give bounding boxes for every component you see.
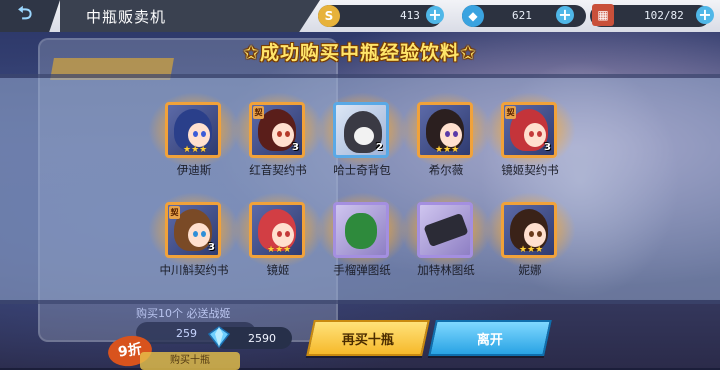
reward-label: 镜姬契约书 [501, 163, 559, 177]
leave-button[interactable]: 离开 [428, 320, 552, 356]
contract-badge-icon: 契 [253, 106, 264, 119]
reward-frame: 2 [333, 102, 389, 158]
face [272, 123, 294, 147]
star-rating: ★★★ [519, 245, 544, 255]
face [188, 223, 210, 247]
item-count: 2 [376, 142, 383, 153]
face [524, 223, 546, 247]
eye [193, 131, 198, 137]
page-title: 中瓶贩卖机 [86, 8, 167, 26]
gold-value: 413 [400, 9, 420, 22]
eye [201, 131, 206, 137]
reward-frame: 契 3 [165, 202, 221, 258]
buy-ten-background-button: 购买十瓶 [140, 352, 240, 370]
reward-frame: ★★★ [417, 102, 473, 158]
item-count: 3 [208, 242, 215, 253]
buy-again-label: 再买十瓶 [341, 332, 394, 348]
stamina-box-icon: ▦ [592, 4, 614, 26]
diamond-balance: 2590 [248, 332, 276, 345]
eye [193, 231, 198, 237]
purchase-success-title: ✩成功购买中瓶经验饮料✩ [200, 38, 520, 65]
leave-label: 离开 [476, 332, 503, 348]
reward-item[interactable]: 契 3 镜姬契约书 [484, 92, 576, 192]
buy-again-button[interactable]: 再买十瓶 [306, 320, 430, 356]
reward-item[interactable]: ★★★ 妮娜 [484, 192, 576, 292]
star-right-icon: ✩ [460, 42, 477, 64]
grenade-blueprint-icon [345, 213, 377, 249]
eye [537, 231, 542, 237]
eye [537, 131, 542, 137]
face [272, 223, 294, 247]
diamond-icon: ◆ [462, 5, 484, 27]
star-rating: ★★★ [267, 245, 292, 255]
reward-item[interactable]: 契 3 红音契约书 [232, 92, 324, 192]
gold-coin-icon: S [318, 5, 340, 27]
eye [445, 131, 450, 137]
eye [201, 231, 206, 237]
diamond-icon [207, 326, 231, 349]
stamina-value: 102/82 [644, 9, 684, 22]
promo-text: 购买10个 必送战姬 [136, 307, 231, 320]
reward-item[interactable]: 契 3 中川斛契约书 [148, 192, 240, 292]
eye [277, 231, 282, 237]
gatling-blueprint-icon [423, 212, 469, 248]
reward-frame: ★★★ [249, 202, 305, 258]
item-count: 3 [292, 142, 299, 153]
star-rating: ★★★ [183, 145, 208, 155]
add-diamond-button[interactable]: + [556, 6, 574, 24]
eye [529, 231, 534, 237]
eye [453, 131, 458, 137]
reward-frame: ★★★ [501, 202, 557, 258]
contract-badge-icon: 契 [169, 206, 180, 219]
add-gold-button[interactable]: + [426, 6, 444, 24]
reward-frame: ★★★ [165, 102, 221, 158]
eye [285, 231, 290, 237]
face [354, 127, 374, 145]
reward-item[interactable]: 2 哈士奇背包 [316, 92, 408, 192]
headline-text: 成功购买中瓶经验饮料 [259, 42, 460, 64]
star-left-icon: ✩ [243, 42, 260, 64]
face [440, 123, 462, 147]
eye [529, 131, 534, 137]
add-stamina-button[interactable]: + [696, 6, 714, 24]
price-hint: 259 [176, 327, 197, 340]
reward-frame [417, 202, 473, 258]
reward-label: 妮娜 [518, 263, 542, 277]
diamond-value: 621 [512, 9, 532, 22]
face [524, 123, 546, 147]
reward-item[interactable]: 手榴弹图纸 [316, 192, 408, 292]
reward-frame [333, 202, 389, 258]
eye [285, 131, 290, 137]
item-count: 3 [544, 142, 551, 153]
reward-frame: 契 3 [501, 102, 557, 158]
eye [277, 131, 282, 137]
reward-item[interactable]: ★★★ 希尔薇 [400, 92, 492, 192]
reward-item[interactable]: ★★★ 镜姬 [232, 192, 324, 292]
contract-badge-icon: 契 [505, 106, 516, 119]
reward-item[interactable]: ★★★ 伊迪斯 [148, 92, 240, 192]
overlay-bottom-border [0, 300, 720, 304]
face [188, 123, 210, 147]
back-arrow-icon: ⮌ [17, 3, 33, 24]
reward-item[interactable]: 加特林图纸 [400, 192, 492, 292]
reward-frame: 契 3 [249, 102, 305, 158]
star-rating: ★★★ [435, 145, 460, 155]
